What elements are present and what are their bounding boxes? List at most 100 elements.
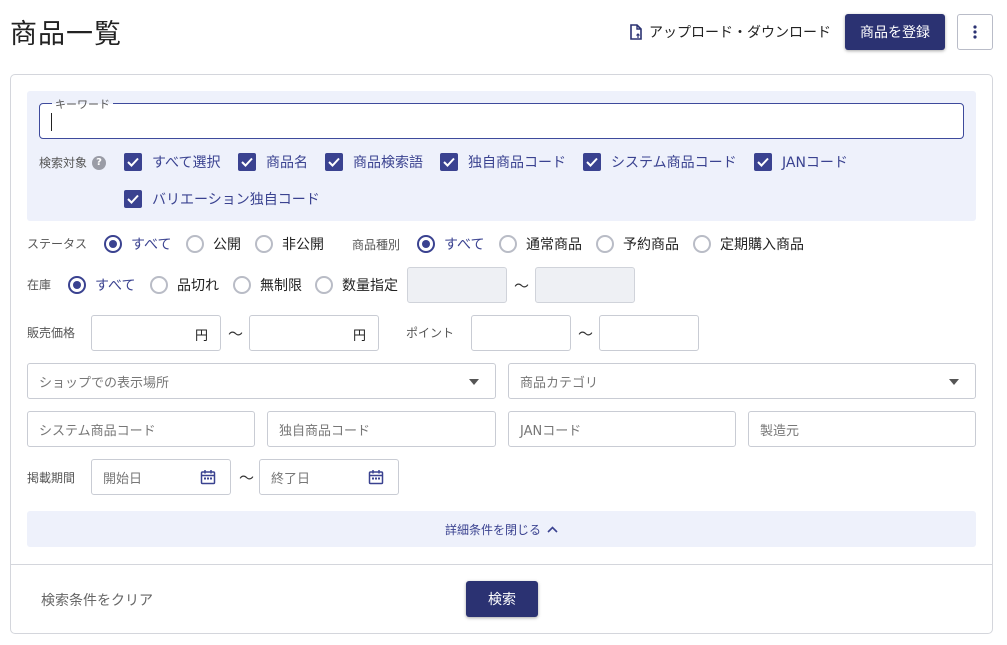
category-placeholder: 商品カテゴリ	[520, 375, 599, 391]
page-title: 商品一覧	[10, 19, 122, 50]
radio-icon	[596, 235, 614, 253]
point-label: ポイント	[406, 326, 455, 340]
jan-code-input[interactable]: JANコード	[508, 411, 736, 447]
jan-code-placeholder: JANコード	[520, 423, 582, 439]
checkbox-variation-code[interactable]: バリエーション独自コード	[124, 189, 320, 209]
keyword-section: キーワード 検索対象 ? すべて選択 商品名 商品検索語 独自商品コード システ…	[27, 91, 976, 221]
keyword-input[interactable]: キーワード	[39, 96, 964, 139]
search-target-text: 検索対象	[39, 156, 88, 170]
keyword-label: キーワード	[52, 96, 113, 112]
system-code-placeholder: システム商品コード	[39, 423, 156, 439]
shop-display-placeholder: ショップでの表示場所	[39, 375, 170, 391]
more-menu-button[interactable]	[957, 14, 993, 50]
point-min-input[interactable]	[471, 315, 571, 351]
more-vertical-icon	[973, 25, 977, 39]
price-label: 販売価格	[27, 326, 76, 340]
range-separator: ～	[228, 325, 244, 343]
radio-icon	[150, 276, 168, 294]
caret-down-icon	[949, 379, 959, 385]
checkbox-checked-icon	[238, 153, 256, 171]
checkbox-label: システム商品コード	[611, 155, 737, 171]
calendar-icon[interactable]	[368, 469, 384, 485]
checkbox-select-all[interactable]: すべて選択	[124, 152, 220, 172]
upload-download-link[interactable]: アップロード・ダウンロード	[629, 22, 831, 42]
radio-stock-unlimited[interactable]: 無制限	[233, 275, 302, 295]
checkbox-checked-icon	[124, 190, 142, 208]
checkbox-checked-icon	[124, 153, 142, 171]
radio-icon	[186, 235, 204, 253]
price-min-input[interactable]: 円	[91, 315, 221, 351]
end-date-input[interactable]: 終了日	[259, 459, 399, 495]
divider	[11, 564, 992, 565]
checkbox-jan-code[interactable]: JANコード	[754, 152, 848, 172]
radio-type-subscription[interactable]: 定期購入商品	[693, 234, 804, 254]
range-separator: ～	[514, 277, 530, 295]
maker-input[interactable]: 製造元	[748, 411, 976, 447]
checkbox-label: 商品検索語	[353, 155, 423, 171]
stock-min-input[interactable]	[407, 267, 507, 303]
header-actions: アップロード・ダウンロード 商品を登録	[629, 14, 993, 50]
checkbox-label: バリエーション独自コード	[152, 192, 320, 208]
yen-unit: 円	[194, 329, 208, 344]
help-icon[interactable]: ?	[92, 155, 107, 170]
period-label: 掲載期間	[27, 471, 76, 485]
own-code-placeholder: 独自商品コード	[279, 423, 371, 439]
category-select[interactable]: 商品カテゴリ	[508, 363, 976, 399]
range-separator: ～	[239, 469, 255, 487]
checkbox-own-code[interactable]: 独自商品コード	[440, 152, 566, 172]
start-date-input[interactable]: 開始日	[91, 459, 231, 495]
caret-down-icon	[469, 379, 479, 385]
shop-display-select[interactable]: ショップでの表示場所	[27, 363, 496, 399]
radio-icon	[315, 276, 333, 294]
file-upload-icon	[630, 24, 642, 40]
search-target-label: 検索対象 ?	[39, 154, 107, 171]
radio-icon	[499, 235, 517, 253]
yen-unit: 円	[352, 329, 366, 344]
checkbox-system-code[interactable]: システム商品コード	[583, 152, 737, 172]
upload-download-label: アップロード・ダウンロード	[649, 25, 831, 41]
end-date-placeholder: 終了日	[271, 471, 311, 487]
radio-stock-quantity[interactable]: 数量指定	[315, 275, 398, 295]
radio-stock-all[interactable]: すべて	[68, 275, 135, 295]
start-date-placeholder: 開始日	[103, 471, 143, 487]
point-max-input[interactable]	[599, 315, 699, 351]
clear-conditions-link[interactable]: 検索条件をクリア	[41, 590, 153, 610]
checkbox-checked-icon	[754, 153, 772, 171]
checkbox-label: 独自商品コード	[468, 155, 566, 171]
own-code-input[interactable]: 独自商品コード	[267, 411, 496, 447]
calendar-icon[interactable]	[200, 469, 216, 485]
close-detail-label: 詳細条件を閉じる	[444, 522, 541, 537]
checkbox-product-name[interactable]: 商品名	[238, 152, 308, 172]
price-max-input[interactable]: 円	[249, 315, 379, 351]
radio-icon	[255, 235, 273, 253]
radio-status-all[interactable]: すべて	[104, 234, 171, 254]
close-detail-toggle[interactable]: 詳細条件を閉じる	[27, 511, 976, 547]
product-type-label: 商品種別	[352, 238, 401, 252]
radio-stock-soldout[interactable]: 品切れ	[150, 275, 219, 295]
radio-type-normal[interactable]: 通常商品	[499, 234, 582, 254]
checkbox-checked-icon	[325, 153, 343, 171]
checkbox-checked-icon	[440, 153, 458, 171]
system-code-input[interactable]: システム商品コード	[27, 411, 255, 447]
checkbox-search-terms[interactable]: 商品検索語	[325, 152, 423, 172]
radio-icon	[693, 235, 711, 253]
range-separator: ～	[578, 325, 594, 343]
register-product-button[interactable]: 商品を登録	[845, 14, 945, 50]
radio-checked-icon	[417, 235, 435, 253]
radio-type-all[interactable]: すべて	[417, 234, 484, 254]
radio-checked-icon	[104, 235, 122, 253]
checkbox-label: 商品名	[266, 155, 308, 171]
status-label: ステータス	[27, 237, 88, 251]
search-button[interactable]: 検索	[466, 581, 538, 617]
maker-placeholder: 製造元	[760, 423, 800, 439]
checkbox-checked-icon	[583, 153, 601, 171]
search-card: キーワード 検索対象 ? すべて選択 商品名 商品検索語 独自商品コード システ…	[10, 74, 993, 634]
radio-icon	[233, 276, 251, 294]
radio-type-reservation[interactable]: 予約商品	[596, 234, 679, 254]
stock-max-input[interactable]	[535, 267, 635, 303]
radio-checked-icon	[68, 276, 86, 294]
stock-label: 在庫	[27, 278, 52, 292]
checkbox-label: すべて選択	[152, 155, 221, 171]
radio-status-private[interactable]: 非公開	[255, 234, 324, 254]
radio-status-public[interactable]: 公開	[186, 234, 241, 254]
